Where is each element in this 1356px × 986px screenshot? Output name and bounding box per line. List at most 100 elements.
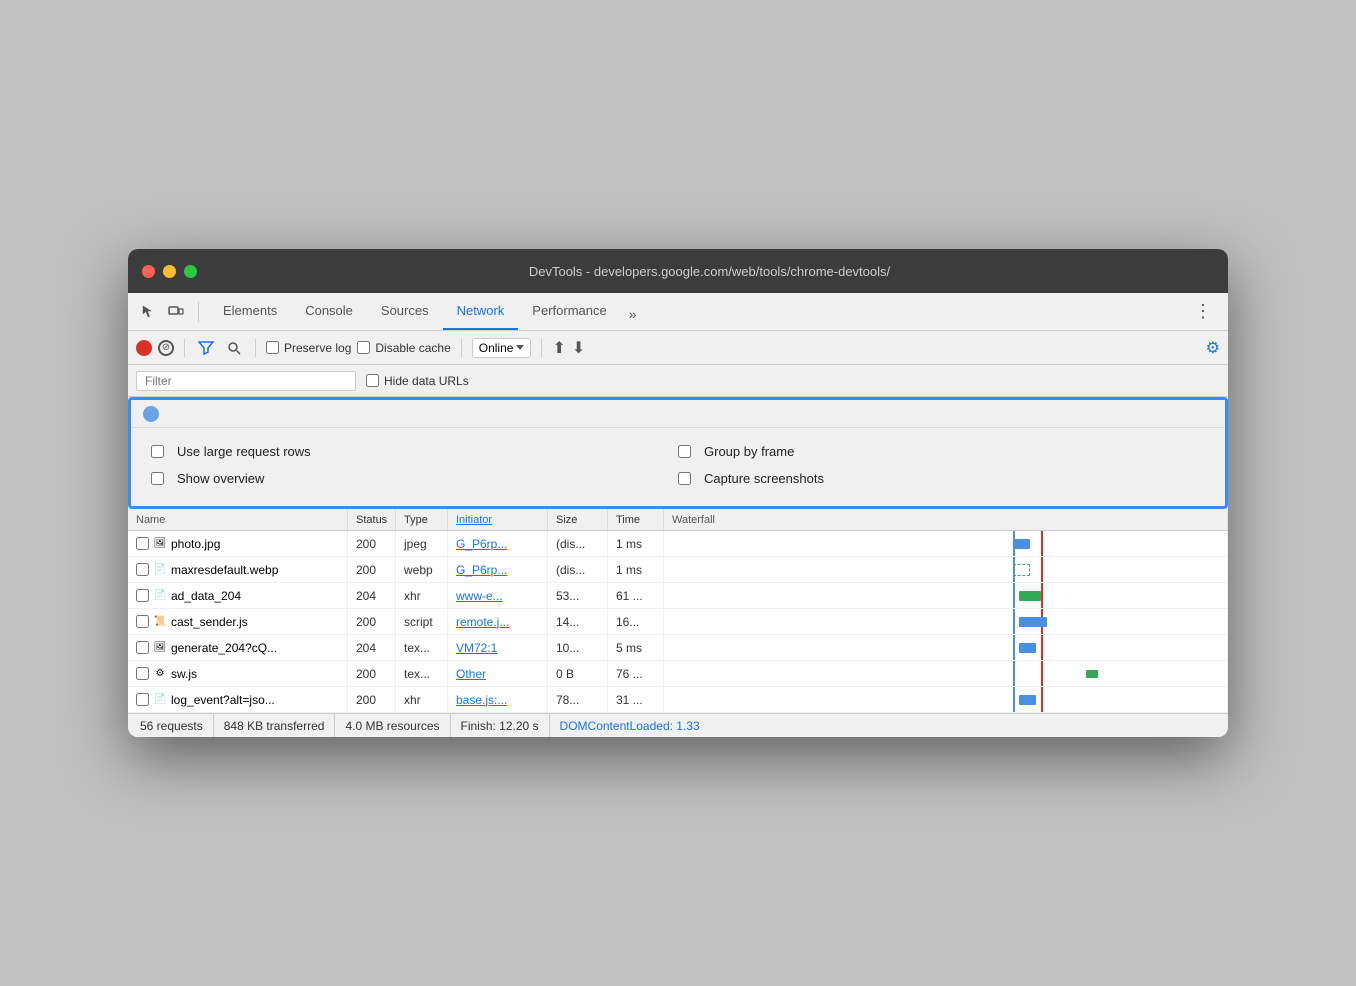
row-initiator[interactable]: base.js:... — [448, 687, 548, 712]
large-rows-checkbox[interactable]: Use large request rows — [151, 444, 311, 459]
row-time: 1 ms — [608, 531, 664, 556]
row-initiator[interactable]: VM72:1 — [448, 635, 548, 660]
waterfall-bar — [1019, 591, 1042, 601]
waterfall-vline-blue — [1013, 583, 1015, 608]
export-icon[interactable]: ⬇ — [572, 338, 585, 358]
col-initiator[interactable]: Initiator — [448, 509, 548, 530]
waterfall-vline-red — [1041, 583, 1043, 608]
file-type-icon: 📄 — [153, 589, 167, 603]
file-name: ad_data_204 — [171, 589, 241, 603]
status-bar: 56 requests 848 KB transferred 4.0 MB re… — [128, 713, 1228, 737]
table-body: 🖼photo.jpg200jpegG_P6rp...(dis...1 ms📄ma… — [128, 531, 1228, 713]
close-button[interactable] — [142, 265, 155, 278]
tab-elements[interactable]: Elements — [209, 293, 291, 330]
file-type-icon: 🖼 — [153, 641, 167, 655]
group-by-frame-checkbox[interactable]: Group by frame — [678, 444, 794, 459]
table-row[interactable]: 📜cast_sender.js200scriptremote.j...14...… — [128, 609, 1228, 635]
table-row[interactable]: 🖼generate_204?cQ...204tex...VM72:110...5… — [128, 635, 1228, 661]
table-row[interactable]: 📄maxresdefault.webp200webpG_P6rp...(dis.… — [128, 557, 1228, 583]
waterfall-bar — [1019, 695, 1036, 705]
minimize-button[interactable] — [163, 265, 176, 278]
settings-icon[interactable]: ⚙ — [1206, 338, 1220, 358]
record-button[interactable] — [136, 340, 152, 356]
disable-cache-checkbox[interactable]: Disable cache — [357, 341, 450, 355]
col-name[interactable]: Name — [128, 509, 348, 530]
table-row[interactable]: 🖼photo.jpg200jpegG_P6rp...(dis...1 ms — [128, 531, 1228, 557]
row-initiator[interactable]: remote.j... — [448, 609, 548, 634]
row-checkbox[interactable] — [136, 667, 149, 680]
waterfall-bar — [1013, 564, 1030, 576]
row-size: 0 B — [548, 661, 608, 686]
waterfall-bar — [1019, 643, 1036, 653]
tab-network[interactable]: Network — [443, 293, 519, 330]
file-type-icon: 🖼 — [153, 537, 167, 551]
row-checkbox[interactable] — [136, 537, 149, 550]
settings-col-left-1: Use large request rows — [151, 444, 678, 459]
tab-performance[interactable]: Performance — [518, 293, 620, 330]
table-row[interactable]: ⚙sw.js200tex...Other0 B76 ... — [128, 661, 1228, 687]
col-time[interactable]: Time — [608, 509, 664, 530]
resources-size: 4.0 MB resources — [335, 714, 450, 737]
tab-sources[interactable]: Sources — [367, 293, 443, 330]
row-type: jpeg — [396, 531, 448, 556]
clear-button[interactable]: ⊘ — [158, 340, 174, 356]
file-type-icon: 📜 — [153, 615, 167, 629]
row-status: 200 — [348, 661, 396, 686]
row-waterfall — [664, 583, 1228, 608]
row-checkbox[interactable] — [136, 615, 149, 628]
maximize-button[interactable] — [184, 265, 197, 278]
col-waterfall[interactable]: Waterfall — [664, 509, 1228, 530]
table-row[interactable]: 📄ad_data_204204xhrwww-e...53...61 ... — [128, 583, 1228, 609]
row-status: 204 — [348, 635, 396, 660]
traffic-lights — [142, 265, 197, 278]
titlebar: DevTools - developers.google.com/web/too… — [128, 249, 1228, 293]
row-checkbox[interactable] — [136, 589, 149, 602]
tab-divider — [198, 302, 199, 322]
show-overview-checkbox[interactable]: Show overview — [151, 471, 264, 486]
file-name: cast_sender.js — [171, 615, 248, 629]
row-checkbox[interactable] — [136, 563, 149, 576]
row-checkbox[interactable] — [136, 641, 149, 654]
tab-bar: Elements Console Sources Network Perform… — [128, 293, 1228, 331]
settings-row-2: Show overview Capture screenshots — [151, 465, 1205, 492]
file-type-icon: 📄 — [153, 693, 167, 707]
file-name: log_event?alt=jso... — [171, 693, 275, 707]
filter-icon[interactable] — [195, 337, 217, 359]
preserve-log-checkbox[interactable]: Preserve log — [266, 341, 351, 355]
inspect-icon[interactable] — [136, 300, 160, 324]
row-name-cell: 📄maxresdefault.webp — [128, 557, 348, 582]
row-initiator[interactable]: Other — [448, 661, 548, 686]
table-row[interactable]: 📄log_event?alt=jso...200xhrbase.js:...78… — [128, 687, 1228, 713]
filter-row: Hide data URLs — [128, 365, 1228, 397]
devtools-menu-icon[interactable]: ⋮ — [1186, 301, 1220, 322]
capture-screenshots-checkbox[interactable]: Capture screenshots — [678, 471, 824, 486]
row-status: 200 — [348, 557, 396, 582]
throttle-select[interactable]: Online — [472, 338, 532, 358]
row-initiator[interactable]: G_P6rp... — [448, 531, 548, 556]
tabs-container: Elements Console Sources Network Perform… — [209, 293, 1182, 330]
filter-input[interactable] — [136, 371, 356, 391]
row-waterfall — [664, 609, 1228, 634]
settings-panel: Use large request rows Group by frame Sh… — [128, 397, 1228, 509]
tab-console[interactable]: Console — [291, 293, 367, 330]
row-checkbox[interactable] — [136, 693, 149, 706]
row-initiator[interactable]: G_P6rp... — [448, 557, 548, 582]
waterfall-vline-blue — [1013, 609, 1015, 634]
col-type[interactable]: Type — [396, 509, 448, 530]
import-icon[interactable]: ⬆ — [552, 338, 565, 358]
col-size[interactable]: Size — [548, 509, 608, 530]
device-toggle-icon[interactable] — [164, 300, 188, 324]
col-status[interactable]: Status — [348, 509, 396, 530]
search-icon[interactable] — [223, 337, 245, 359]
tab-more[interactable]: » — [621, 298, 645, 330]
row-name-cell: 🖼generate_204?cQ... — [128, 635, 348, 660]
row-size: (dis... — [548, 557, 608, 582]
file-name: sw.js — [171, 667, 197, 681]
row-initiator[interactable]: www-e... — [448, 583, 548, 608]
file-type-icon: 📄 — [153, 563, 167, 577]
hide-data-urls-checkbox[interactable]: Hide data URLs — [366, 374, 469, 388]
row-time: 5 ms — [608, 635, 664, 660]
row-type: xhr — [396, 583, 448, 608]
window-title: DevTools - developers.google.com/web/too… — [205, 264, 1214, 279]
row-waterfall — [664, 661, 1228, 686]
